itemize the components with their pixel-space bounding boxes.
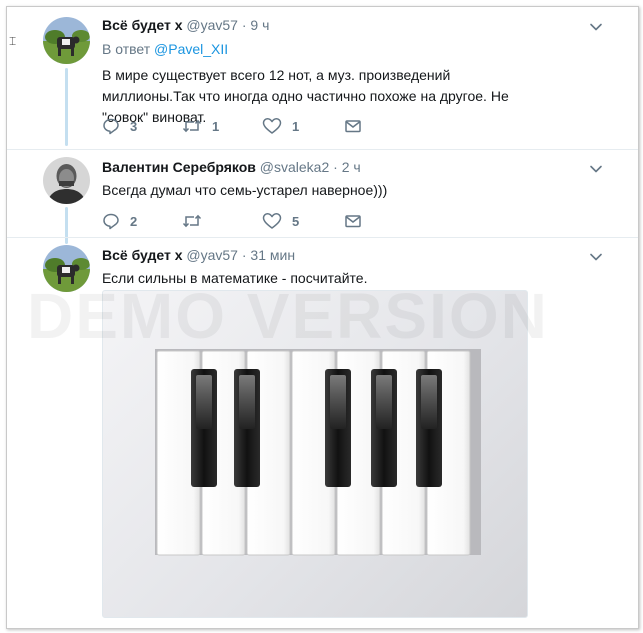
reply-button[interactable]: 3 bbox=[102, 117, 137, 135]
reply-icon bbox=[103, 118, 119, 135]
reply-user-link[interactable]: @Pavel_XII bbox=[154, 41, 228, 57]
heart-icon bbox=[262, 213, 282, 229]
tweet-time[interactable]: 9 ч bbox=[250, 17, 269, 33]
user-name[interactable]: Всё будет х bbox=[102, 247, 183, 263]
like-button[interactable]: 1 bbox=[262, 117, 299, 135]
tweet-header: Всё будет х @yav57 · 9 ч bbox=[102, 17, 269, 33]
like-count: 5 bbox=[292, 213, 300, 229]
retweet-count: 1 bbox=[212, 118, 220, 134]
chevron-down-icon[interactable] bbox=[589, 20, 603, 34]
tweet-text: Если сильны в математике - посчитайте. bbox=[102, 270, 368, 286]
envelope-icon bbox=[345, 120, 361, 133]
separator-dot: · bbox=[241, 247, 247, 263]
tweet-header: Всё будет х @yav57 · 31 мин bbox=[102, 247, 295, 263]
tweet-time[interactable]: 2 ч bbox=[342, 159, 361, 175]
chevron-down-icon[interactable] bbox=[589, 250, 603, 264]
tweet-actions: 2 5 bbox=[102, 212, 372, 232]
avatar[interactable] bbox=[43, 157, 90, 204]
reply-prefix: В ответ bbox=[102, 41, 151, 57]
tweet[interactable]: Валентин Серебряков @svaleka2 · 2 ч Всег… bbox=[7, 149, 638, 237]
piano-keyboard bbox=[155, 349, 481, 556]
separator-dot: · bbox=[333, 159, 338, 175]
user-handle[interactable]: @yav57 bbox=[186, 17, 238, 33]
retweet-icon bbox=[182, 119, 202, 133]
reply-count: 3 bbox=[130, 118, 138, 134]
retweet-icon bbox=[182, 214, 202, 228]
avatar[interactable] bbox=[43, 17, 90, 64]
reply-context: В ответ @Pavel_XII bbox=[102, 41, 228, 57]
heart-icon bbox=[262, 118, 282, 134]
reply-button[interactable]: 2 bbox=[102, 212, 137, 230]
direct-message-button[interactable] bbox=[344, 117, 372, 135]
tweet[interactable]: Всё будет х @yav57 · 9 ч В ответ @Pavel_… bbox=[7, 7, 638, 149]
user-handle[interactable]: @yav57 bbox=[186, 247, 238, 263]
user-name[interactable]: Всё будет х bbox=[102, 17, 183, 33]
user-name[interactable]: Валентин Серебряков bbox=[102, 159, 256, 175]
envelope-icon bbox=[345, 215, 361, 228]
tweet-thread-window: ⌶ Всё будет х @yav57 · 9 ч В ответ @Pave… bbox=[6, 6, 639, 629]
tweet-image-piano-keys[interactable] bbox=[102, 290, 528, 618]
direct-message-button[interactable] bbox=[344, 212, 372, 230]
tweet-text: Всегда думал что семь-устарел наверное))… bbox=[102, 182, 388, 198]
avatar[interactable] bbox=[43, 245, 90, 292]
separator-dot: · bbox=[241, 17, 247, 33]
like-count: 1 bbox=[292, 118, 300, 134]
tweet-actions: 3 1 1 bbox=[102, 117, 372, 137]
user-handle[interactable]: @svaleka2 bbox=[260, 159, 329, 175]
tweet-header: Валентин Серебряков @svaleka2 · 2 ч bbox=[102, 159, 361, 175]
chevron-down-icon[interactable] bbox=[589, 162, 603, 176]
like-button[interactable]: 5 bbox=[262, 212, 299, 230]
reply-icon bbox=[103, 213, 119, 230]
retweet-button[interactable]: 1 bbox=[182, 117, 219, 135]
retweet-button[interactable] bbox=[182, 212, 212, 230]
tweet-time[interactable]: 31 мин bbox=[250, 247, 295, 263]
reply-count: 2 bbox=[130, 213, 138, 229]
